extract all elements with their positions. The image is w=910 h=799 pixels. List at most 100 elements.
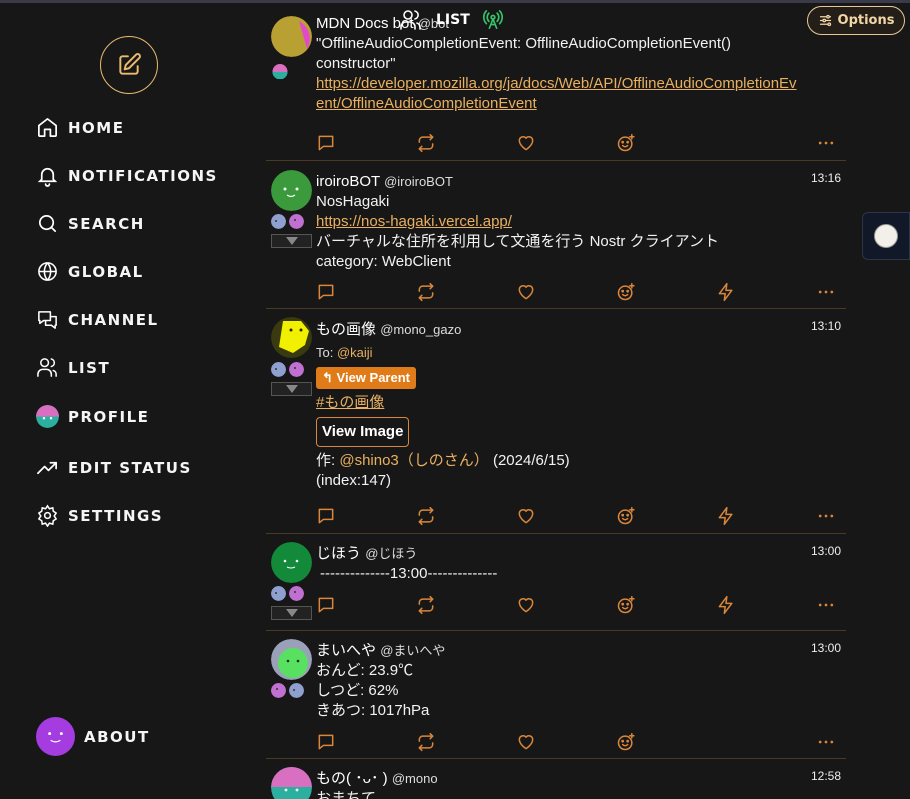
heart-icon[interactable] <box>516 506 536 526</box>
trending-up-icon <box>37 461 57 475</box>
options-button[interactable]: Options <box>807 6 905 35</box>
chat-bubbles-icon <box>38 311 57 329</box>
post-handle[interactable]: @じほう <box>365 546 417 561</box>
post-avatar[interactable] <box>271 639 312 680</box>
reply-to: To: @kaiji <box>316 343 844 363</box>
reply-icon[interactable] <box>316 133 336 153</box>
repost-icon[interactable] <box>416 282 436 302</box>
reaction-avatar <box>271 683 286 698</box>
emoji-reaction-icon[interactable] <box>616 732 636 752</box>
floating-avatar-button[interactable] <box>862 212 910 260</box>
post-link[interactable]: https://developer.mozilla.org/ja/docs/We… <box>316 74 844 94</box>
zap-icon[interactable] <box>716 282 736 302</box>
sidebar: HOME NOTIFICATIONS SEARCH GLOBAL CHANNEL… <box>0 0 260 799</box>
repost-icon[interactable] <box>416 506 436 526</box>
users-icon <box>400 10 421 30</box>
post-time[interactable]: 13:00 <box>811 544 841 558</box>
post-time[interactable]: 13:16 <box>811 171 841 185</box>
emoji-reaction-icon[interactable] <box>616 133 636 153</box>
post-body: まいへや @まいへや おんど: 23.9℃ しつど: 62% きあつ: 1017… <box>316 641 844 721</box>
zap-icon[interactable] <box>716 506 736 526</box>
reply-icon[interactable] <box>316 595 336 615</box>
timeline[interactable]: MDN Docs bot @bot "OfflineAudioCompletio… <box>266 0 846 799</box>
repost-icon[interactable] <box>416 133 436 153</box>
post: MDN Docs bot @bot "OfflineAudioCompletio… <box>266 0 846 161</box>
triangle-down-icon <box>285 609 298 617</box>
post-avatar[interactable] <box>271 317 312 358</box>
post-credit: 作: @shino3（しのさん） (2024/6/15) <box>316 451 844 471</box>
post-actions <box>316 133 844 153</box>
sidebar-item-search[interactable]: SEARCH <box>36 212 145 235</box>
emoji-reaction-icon[interactable] <box>616 595 636 615</box>
reply-to-handle[interactable]: @kaiji <box>337 345 373 360</box>
post-text: しつど: 62% <box>316 682 399 699</box>
sidebar-item-channel[interactable]: CHANNEL <box>36 308 159 331</box>
sidebar-item-global[interactable]: GLOBAL <box>36 260 144 283</box>
post-text: きあつ: 1017hPa <box>316 702 430 719</box>
post-handle[interactable]: @mono <box>392 771 438 786</box>
more-icon[interactable] <box>816 732 836 752</box>
view-parent-button[interactable]: ↰ View Parent <box>316 367 416 389</box>
sidebar-item-profile[interactable]: PROFILE <box>36 405 149 428</box>
post-handle[interactable]: @まいへや <box>380 643 445 658</box>
expand-toggle[interactable] <box>271 606 312 620</box>
emoji-reaction-icon[interactable] <box>616 282 636 302</box>
post-actions <box>316 595 844 615</box>
expand-toggle[interactable] <box>271 382 312 396</box>
reaction-avatar <box>271 214 286 229</box>
compose-button[interactable] <box>100 36 158 94</box>
reply-icon[interactable] <box>316 732 336 752</box>
post-time[interactable]: 13:10 <box>811 319 841 333</box>
emoji-reaction-icon[interactable] <box>616 506 636 526</box>
triangle-down-icon <box>285 237 298 245</box>
post-handle[interactable]: @mono_gazo <box>380 322 461 337</box>
post-author[interactable]: もの( ･ᴗ･ ) <box>316 770 388 787</box>
post-avatar[interactable] <box>271 170 312 211</box>
post-author[interactable]: まいへや <box>316 642 376 659</box>
view-image-button[interactable]: View Image <box>316 417 410 447</box>
post-time[interactable]: 13:00 <box>811 641 841 655</box>
broadcast-icon[interactable] <box>482 9 504 31</box>
post-link[interactable]: ent/OfflineAudioCompletionEvent <box>316 94 844 114</box>
credit-handle[interactable]: @shino3（しのさん） <box>339 452 488 469</box>
repost-icon[interactable] <box>416 595 436 615</box>
sidebar-item-label: EDIT STATUS <box>68 458 192 477</box>
more-icon[interactable] <box>816 506 836 526</box>
post-author[interactable]: iroiroBOT <box>316 173 380 190</box>
sidebar-item-list[interactable]: LIST <box>36 356 110 379</box>
post-avatar[interactable] <box>271 767 312 799</box>
profile-avatar <box>36 405 59 428</box>
sidebar-item-label: PROFILE <box>68 407 150 426</box>
sidebar-item-home[interactable]: HOME <box>36 116 124 139</box>
more-icon[interactable] <box>816 133 836 153</box>
page-header: LIST <box>398 8 504 32</box>
reaction-avatars <box>271 683 304 698</box>
sidebar-item-settings[interactable]: SETTINGS <box>36 504 163 527</box>
post-author[interactable]: もの画像 <box>316 321 376 338</box>
more-icon[interactable] <box>816 595 836 615</box>
sidebar-item-label: CHANNEL <box>68 310 159 329</box>
gear-icon <box>37 504 58 527</box>
heart-icon[interactable] <box>516 282 536 302</box>
expand-toggle[interactable] <box>271 234 312 248</box>
heart-icon[interactable] <box>516 732 536 752</box>
post-avatar[interactable] <box>271 16 312 57</box>
post-link[interactable]: https://nos-hagaki.vercel.app/ <box>316 212 844 232</box>
post-handle[interactable]: @iroiroBOT <box>384 174 453 189</box>
post-avatar[interactable] <box>271 542 312 583</box>
repost-icon[interactable] <box>416 732 436 752</box>
reply-icon[interactable] <box>316 506 336 526</box>
sidebar-item-label: SETTINGS <box>68 506 164 525</box>
zap-icon[interactable] <box>716 595 736 615</box>
post-hashtag[interactable]: #もの画像 <box>316 393 844 413</box>
post-time[interactable]: 12:58 <box>811 769 841 783</box>
sidebar-item-notifications[interactable]: NOTIFICATIONS <box>36 164 218 187</box>
heart-icon[interactable] <box>516 133 536 153</box>
sidebar-item-about[interactable]: ABOUT <box>36 717 150 756</box>
sliders-icon <box>819 14 831 27</box>
more-icon[interactable] <box>816 282 836 302</box>
heart-icon[interactable] <box>516 595 536 615</box>
reply-icon[interactable] <box>316 282 336 302</box>
sidebar-item-edit-status[interactable]: EDIT STATUS <box>36 456 192 479</box>
post-author[interactable]: じほう <box>316 545 361 562</box>
